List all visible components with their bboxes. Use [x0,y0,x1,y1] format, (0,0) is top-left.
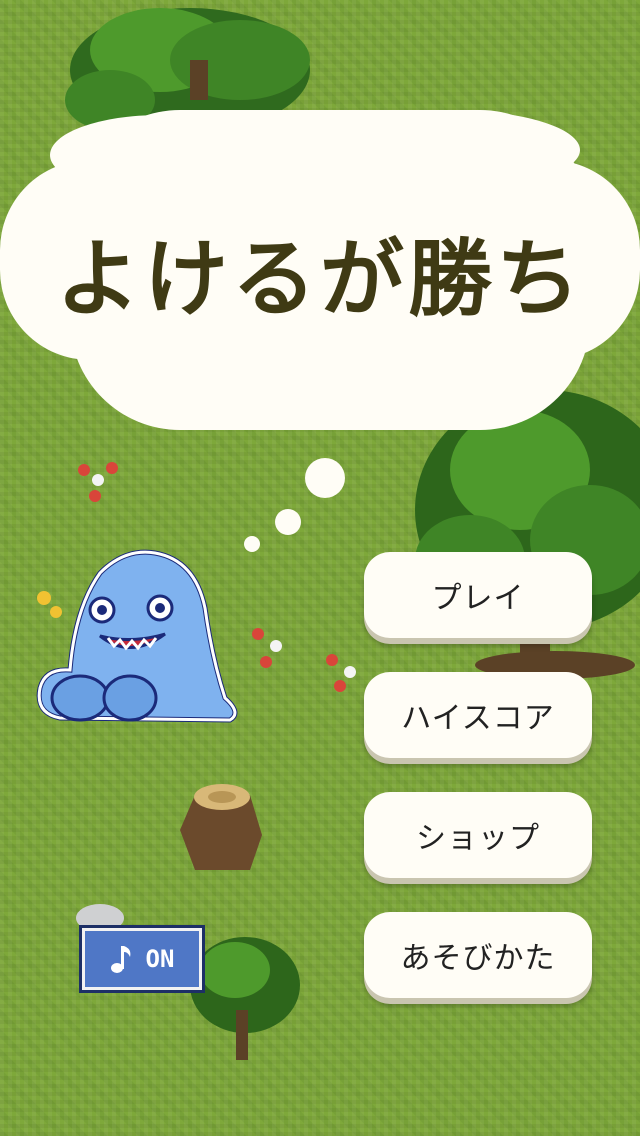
tree-stump [180,784,262,870]
music-note-icon [110,946,130,973]
play-button[interactable]: プレイ [364,552,592,638]
game-title: よけるが勝ち [30,212,610,332]
game-title-screen: よけるが勝ち プレイ ハイスコア ショップ あそびかた ON [0,0,640,1136]
sound-status-label: ON [145,945,175,973]
howto-button-label: あそびかた [400,941,556,976]
play-button-label: プレイ [431,581,525,616]
shop-button[interactable]: ショップ [364,792,592,878]
highscore-button-label: ハイスコア [401,701,555,736]
highscore-button[interactable]: ハイスコア [364,672,592,758]
sound-toggle-button[interactable]: ON [82,928,202,990]
howto-button[interactable]: あそびかた [364,912,592,998]
tree-bottom [190,937,300,1060]
title-text: よけるが勝ち [55,228,584,328]
blue-monster-character [36,549,238,723]
shop-button-label: ショップ [416,821,540,856]
